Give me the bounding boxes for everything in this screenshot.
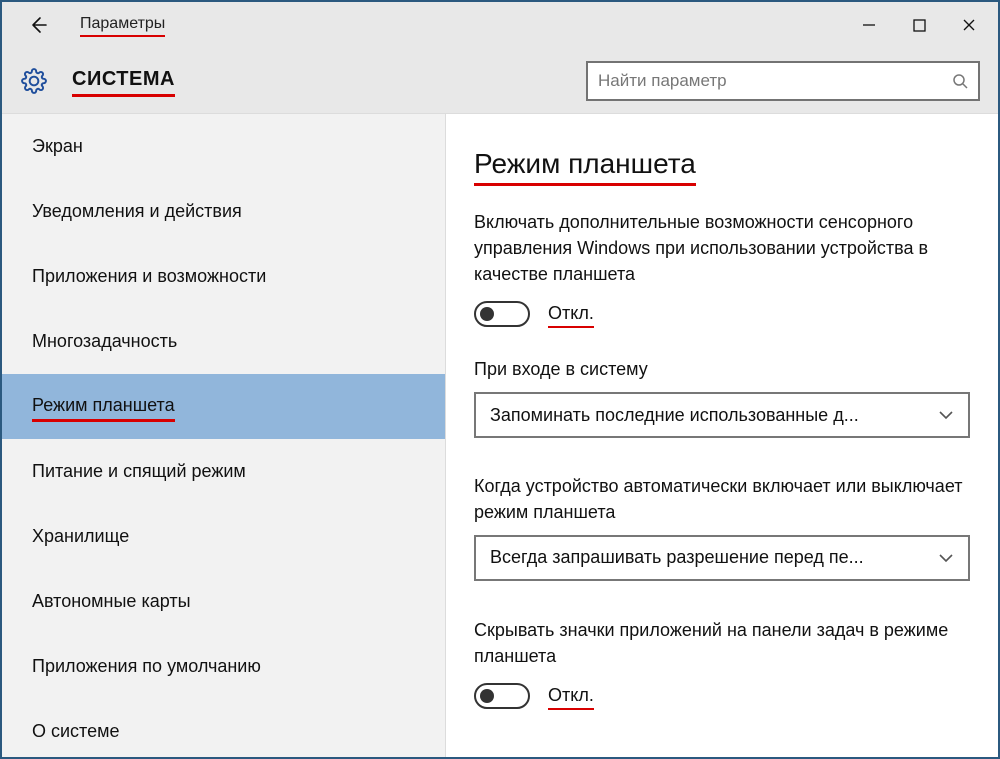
sidebar-item-notifications[interactable]: Уведомления и действия [2, 179, 445, 244]
sidebar-item-display[interactable]: Экран [2, 114, 445, 179]
sidebar-item-label: Экран [32, 136, 83, 157]
toggle-knob [480, 307, 494, 321]
sidebar-item-default-apps[interactable]: Приложения по умолчанию [2, 634, 445, 699]
sidebar-item-label: Хранилище [32, 526, 129, 547]
category-bar: СИСТЕМА [2, 48, 998, 114]
sidebar-item-label: Приложения и возможности [32, 266, 266, 287]
toggle-knob [480, 689, 494, 703]
minimize-icon [862, 18, 876, 32]
toggle1-state-label: Откл. [548, 303, 594, 326]
chevron-down-icon [938, 410, 954, 420]
maximize-icon [913, 19, 926, 32]
auto-switch-dropdown[interactable]: Всегда запрашивать разрешение перед пе..… [474, 535, 970, 581]
sidebar-item-tablet-mode[interactable]: Режим планшета [2, 374, 445, 439]
sidebar-item-label: Автономные карты [32, 591, 191, 612]
sidebar-item-label: Режим планшета [32, 395, 175, 419]
search-icon [952, 73, 968, 89]
sidebar-item-label: Многозадачность [32, 331, 177, 352]
toggle-tablet-capabilities[interactable] [474, 301, 530, 327]
toggle2-state-label: Откл. [548, 685, 594, 708]
sidebar-item-label: Уведомления и действия [32, 201, 242, 222]
dropdown-value: Всегда запрашивать разрешение перед пе..… [490, 547, 924, 568]
toggle2-description: Скрывать значки приложений на панели зад… [474, 617, 970, 669]
sidebar-item-about[interactable]: О системе [2, 699, 445, 757]
minimize-button[interactable] [844, 3, 894, 47]
chevron-down-icon [938, 553, 954, 563]
sidebar-item-label: Приложения по умолчанию [32, 656, 261, 677]
gear-icon [20, 67, 48, 95]
maximize-button[interactable] [894, 3, 944, 47]
close-icon [962, 18, 976, 32]
sidebar-item-offline-maps[interactable]: Автономные карты [2, 569, 445, 634]
sidebar-item-power[interactable]: Питание и спящий режим [2, 439, 445, 504]
search-box[interactable] [586, 61, 980, 101]
title-bar: Параметры [2, 2, 998, 48]
sidebar-item-multitasking[interactable]: Многозадачность [2, 309, 445, 374]
sidebar-item-label: Питание и спящий режим [32, 461, 246, 482]
toggle1-description: Включать дополнительные возможности сенс… [474, 209, 970, 287]
auto-switch-label: Когда устройство автоматически включает … [474, 474, 970, 524]
category-title: СИСТЕМА [72, 68, 175, 94]
arrow-left-icon [28, 15, 48, 35]
close-button[interactable] [944, 3, 994, 47]
content-pane: Режим планшета Включать дополнительные в… [446, 114, 998, 757]
page-heading: Режим планшета [474, 148, 970, 183]
back-button[interactable] [20, 7, 56, 43]
sidebar-item-apps[interactable]: Приложения и возможности [2, 244, 445, 309]
window-title: Параметры [56, 15, 165, 35]
signin-behavior-label: При входе в систему [474, 357, 970, 382]
sidebar-item-storage[interactable]: Хранилище [2, 504, 445, 569]
window-controls [844, 3, 994, 47]
sidebar: Экран Уведомления и действия Приложения … [2, 114, 446, 757]
signin-behavior-dropdown[interactable]: Запоминать последние использованные д... [474, 392, 970, 438]
toggle-hide-taskbar-icons[interactable] [474, 683, 530, 709]
search-input[interactable] [598, 71, 944, 91]
dropdown-value: Запоминать последние использованные д... [490, 405, 924, 426]
sidebar-item-label: О системе [32, 721, 120, 742]
